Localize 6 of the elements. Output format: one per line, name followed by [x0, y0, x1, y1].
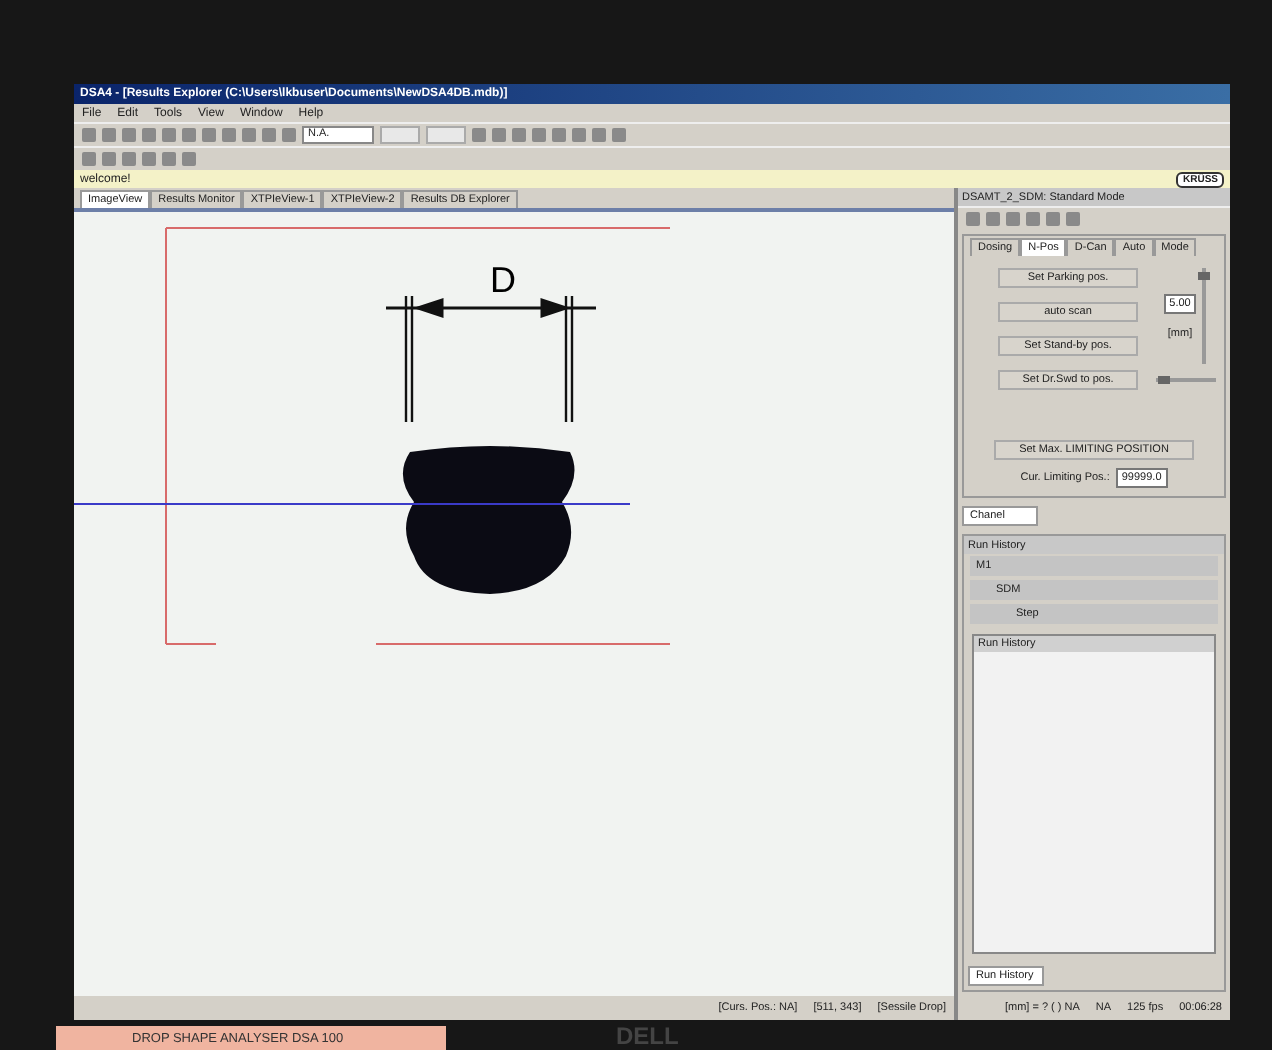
input-field[interactable] [426, 126, 466, 144]
slider-thumb[interactable] [1198, 272, 1211, 281]
slider-thumb[interactable] [1157, 376, 1170, 384]
input-field[interactable] [380, 126, 420, 144]
vertical-slider[interactable] [1202, 268, 1207, 364]
dimension-label: D [490, 260, 516, 300]
